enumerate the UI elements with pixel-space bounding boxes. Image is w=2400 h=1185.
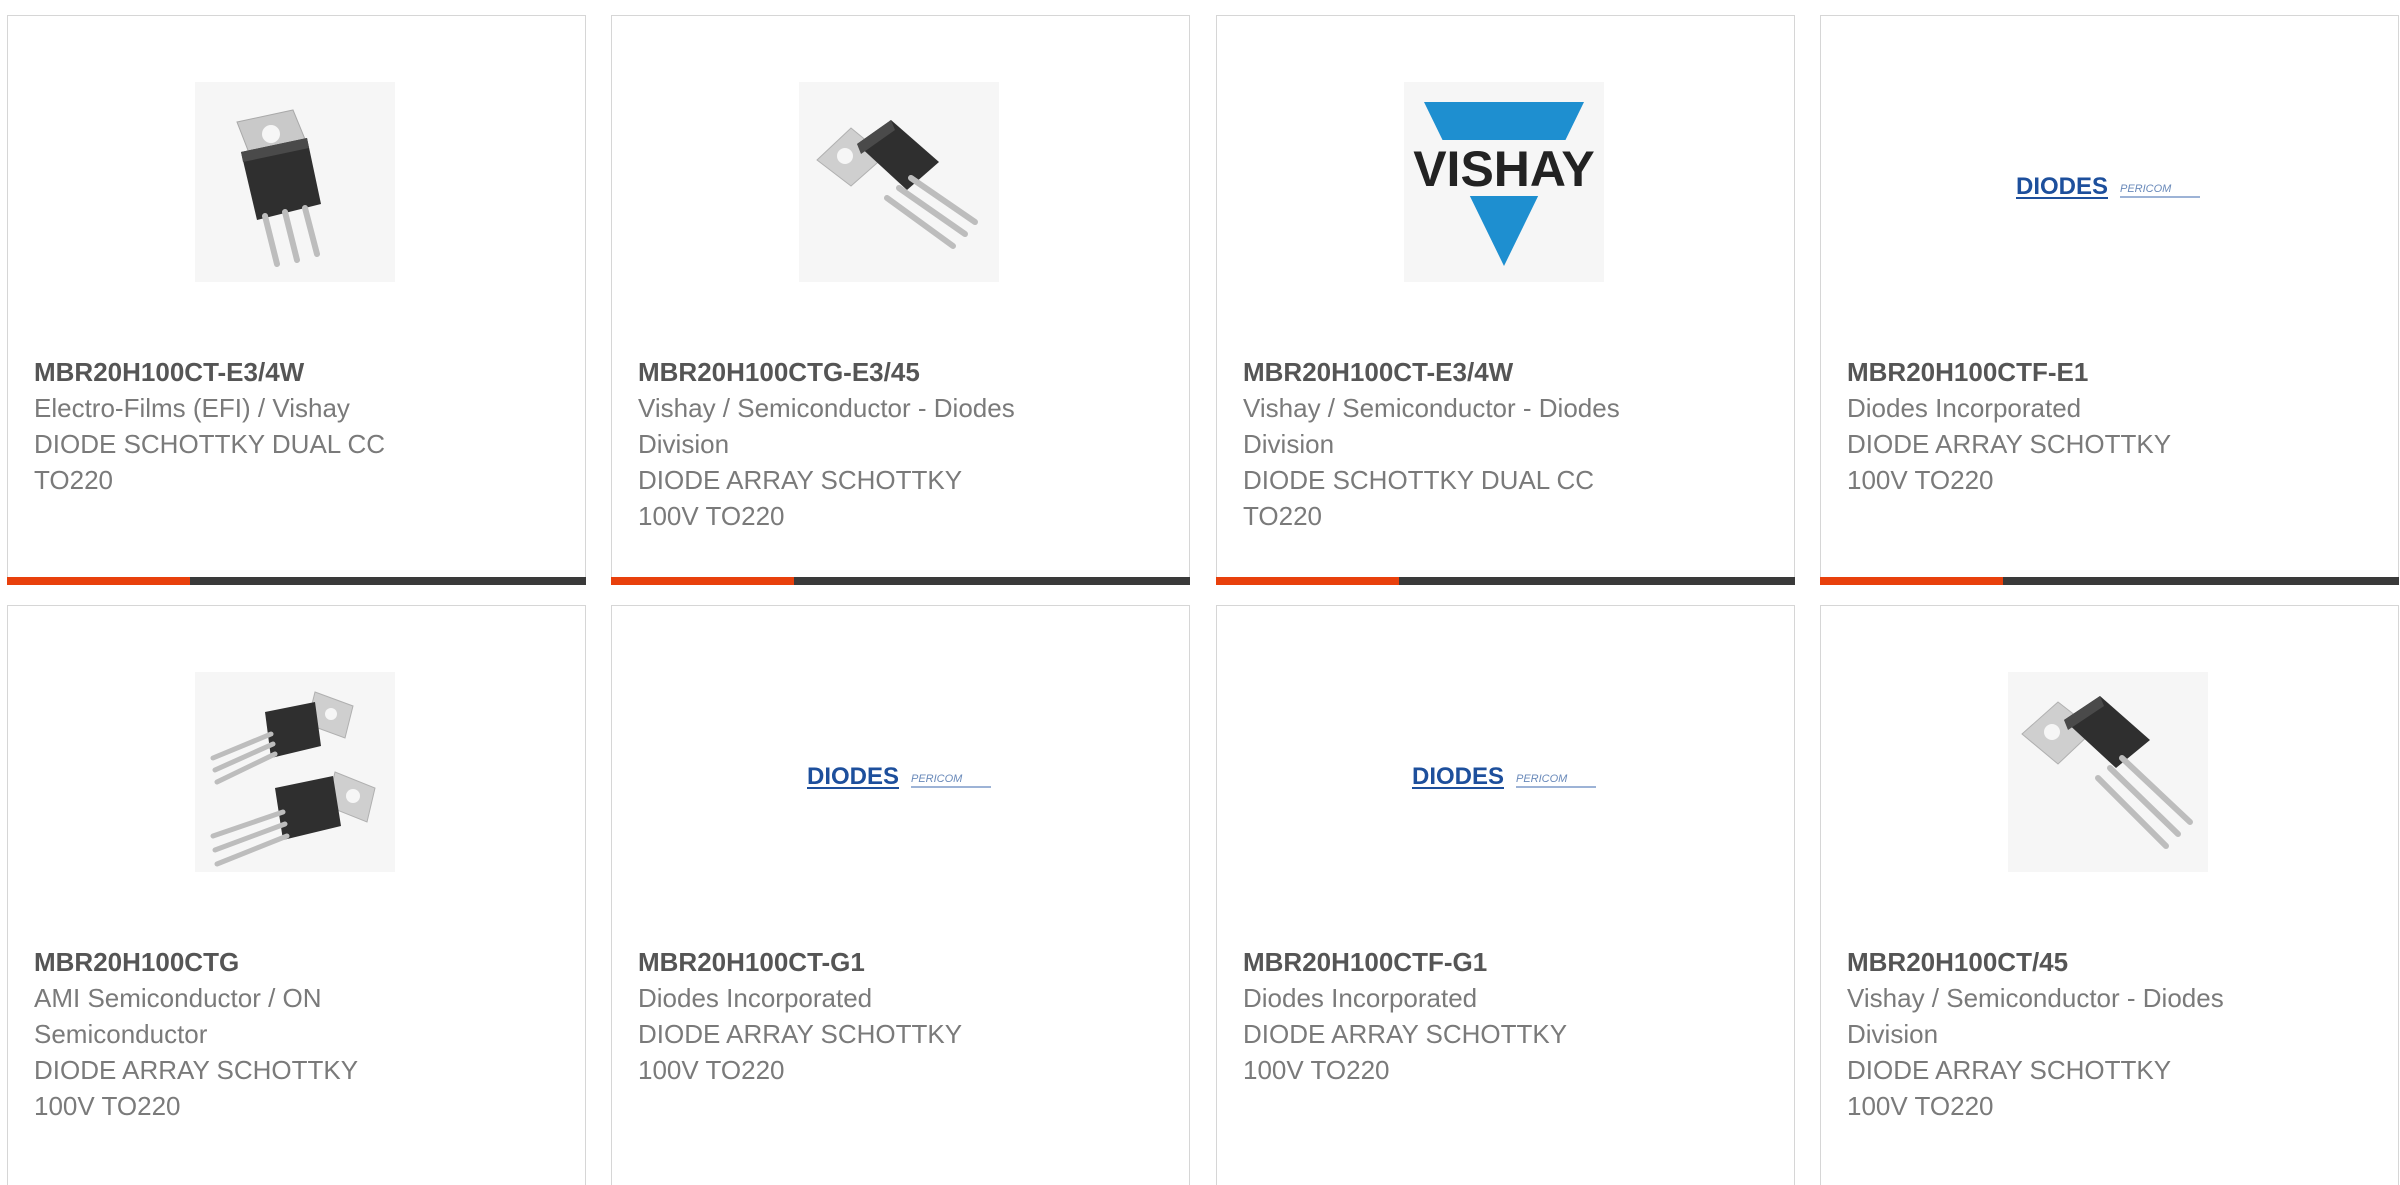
to220-angled-icon xyxy=(2008,672,2208,872)
part-number[interactable]: MBR20H100CT/45 xyxy=(1847,944,2277,980)
pericom-logo-text: PERICOM xyxy=(1516,773,1568,785)
card-progress-bar xyxy=(7,577,586,585)
card-progress-bar xyxy=(611,577,1190,585)
product-image[interactable] xyxy=(195,82,395,282)
diodes-logo-text: DIODES xyxy=(807,763,899,790)
product-info: MBR20H100CTF-E1 Diodes Incorporated DIOD… xyxy=(1847,354,2277,498)
card-progress-bar xyxy=(1216,577,1795,585)
description-line: 100V TO220 xyxy=(638,1055,785,1085)
manufacturer-line: Division xyxy=(1847,1019,1939,1049)
product-image[interactable]: DIODES PERICOM xyxy=(2008,82,2208,282)
product-card[interactable]: VISHAY MBR20H100CT-E3/4W Vishay / Semico… xyxy=(1216,15,1795,585)
product-info: MBR20H100CTF-G1 Diodes Incorporated DIOD… xyxy=(1243,944,1673,1088)
product-info: MBR20H100CT-E3/4W Vishay / Semiconductor… xyxy=(1243,354,1673,534)
product-info: MBR20H100CT-E3/4W Electro-Films (EFI) / … xyxy=(34,354,464,498)
diodes-logo-text: DIODES xyxy=(1412,763,1504,790)
diodes-logo-text: DIODES xyxy=(2016,173,2108,200)
manufacturer-line: Vishay / Semiconductor - Diodes xyxy=(1243,393,1620,423)
manufacturer-line: Vishay / Semiconductor - Diodes xyxy=(1847,983,2224,1013)
product-image[interactable] xyxy=(2008,672,2208,872)
manufacturer-line: Division xyxy=(638,429,730,459)
description-line: DIODE SCHOTTKY DUAL CC xyxy=(1243,465,1595,495)
description-line: TO220 xyxy=(34,465,114,495)
card-accent xyxy=(1820,577,2003,585)
diodes-pericom-logo: DIODES PERICOM xyxy=(807,763,991,790)
part-number[interactable]: MBR20H100CTF-E1 xyxy=(1847,354,2277,390)
description-line: DIODE ARRAY SCHOTTKY xyxy=(638,1019,963,1049)
manufacturer: Electro-Films (EFI) / Vishay xyxy=(34,390,464,426)
card-accent xyxy=(7,577,190,585)
product-info: MBR20H100CT-G1 Diodes Incorporated DIODE… xyxy=(638,944,1068,1088)
product-image[interactable]: DIODES PERICOM xyxy=(799,672,999,872)
pericom-logo-text: PERICOM xyxy=(911,773,963,785)
product-image[interactable] xyxy=(195,672,395,872)
product-image[interactable] xyxy=(799,82,999,282)
manufacturer-line: Diodes Incorporated xyxy=(1243,983,1478,1013)
product-info: MBR20H100CT/45 Vishay / Semiconductor - … xyxy=(1847,944,2277,1124)
to220-angled-icon xyxy=(799,82,999,282)
manufacturer-line: Division xyxy=(1243,429,1335,459)
product-info: MBR20H100CTG-E3/45 Vishay / Semiconducto… xyxy=(638,354,1068,534)
part-number[interactable]: MBR20H100CTG-E3/45 xyxy=(638,354,1068,390)
part-number[interactable]: MBR20H100CTF-G1 xyxy=(1243,944,1673,980)
description-line: DIODE ARRAY SCHOTTKY xyxy=(1243,1019,1568,1049)
product-card[interactable]: DIODES PERICOM MBR20H100CTF-E1 Diodes In… xyxy=(1820,15,2399,585)
description-line: 100V TO220 xyxy=(638,501,785,531)
product-info: MBR20H100CTG AMI Semiconductor / ON Semi… xyxy=(34,944,464,1124)
product-grid: MBR20H100CT-E3/4W Electro-Films (EFI) / … xyxy=(0,0,2400,1185)
pericom-logo-text: PERICOM xyxy=(2120,183,2172,195)
card-accent xyxy=(1216,577,1399,585)
part-number[interactable]: MBR20H100CTG xyxy=(34,944,464,980)
part-number[interactable]: MBR20H100CT-E3/4W xyxy=(1243,354,1673,390)
manufacturer-line: AMI Semiconductor / ON xyxy=(34,983,322,1013)
product-card[interactable]: DIODES PERICOM MBR20H100CTF-G1 Diodes In… xyxy=(1216,605,1795,1185)
product-card[interactable]: MBR20H100CTG AMI Semiconductor / ON Semi… xyxy=(7,605,586,1185)
manufacturer-line: Semiconductor xyxy=(34,1019,208,1049)
diodes-pericom-logo: DIODES PERICOM xyxy=(1412,763,1596,790)
description-line: 100V TO220 xyxy=(1243,1055,1390,1085)
description-line: DIODE ARRAY SCHOTTKY xyxy=(1847,429,2172,459)
manufacturer-line: Diodes Incorporated xyxy=(1847,393,2082,423)
product-card[interactable]: MBR20H100CT-E3/4W Electro-Films (EFI) / … xyxy=(7,15,586,585)
product-image[interactable]: VISHAY xyxy=(1404,82,1604,282)
description-line: 100V TO220 xyxy=(1847,465,1994,495)
card-accent xyxy=(611,577,794,585)
description-line: DIODE ARRAY SCHOTTKY xyxy=(34,1055,359,1085)
product-card[interactable]: MBR20H100CT/45 Vishay / Semiconductor - … xyxy=(1820,605,2399,1185)
card-progress-bar xyxy=(1820,577,2399,585)
product-card[interactable]: MBR20H100CTG-E3/45 Vishay / Semiconducto… xyxy=(611,15,1190,585)
part-number[interactable]: MBR20H100CT-G1 xyxy=(638,944,1068,980)
product-card[interactable]: DIODES PERICOM MBR20H100CT-G1 Diodes Inc… xyxy=(611,605,1190,1185)
manufacturer-line: Diodes Incorporated xyxy=(638,983,873,1013)
description-line: 100V TO220 xyxy=(34,1091,181,1121)
vishay-logo: VISHAY xyxy=(1404,82,1604,282)
description-line: TO220 xyxy=(1243,501,1323,531)
manufacturer-line: Vishay / Semiconductor - Diodes xyxy=(638,393,1015,423)
to220-pair-icon xyxy=(195,672,395,872)
description-line: DIODE SCHOTTKY DUAL CC xyxy=(34,429,386,459)
description-line: DIODE ARRAY SCHOTTKY xyxy=(1847,1055,2172,1085)
description-line: DIODE ARRAY SCHOTTKY xyxy=(638,465,963,495)
vishay-logo-text: VISHAY xyxy=(1413,141,1595,197)
description-line: 100V TO220 xyxy=(1847,1091,1994,1121)
part-number[interactable]: MBR20H100CT-E3/4W xyxy=(34,354,464,390)
manufacturer-line: Electro-Films (EFI) / Vishay xyxy=(34,393,350,423)
diodes-pericom-logo: DIODES PERICOM xyxy=(2016,173,2200,200)
to220-single-icon xyxy=(195,82,395,282)
product-image[interactable]: DIODES PERICOM xyxy=(1404,672,1604,872)
